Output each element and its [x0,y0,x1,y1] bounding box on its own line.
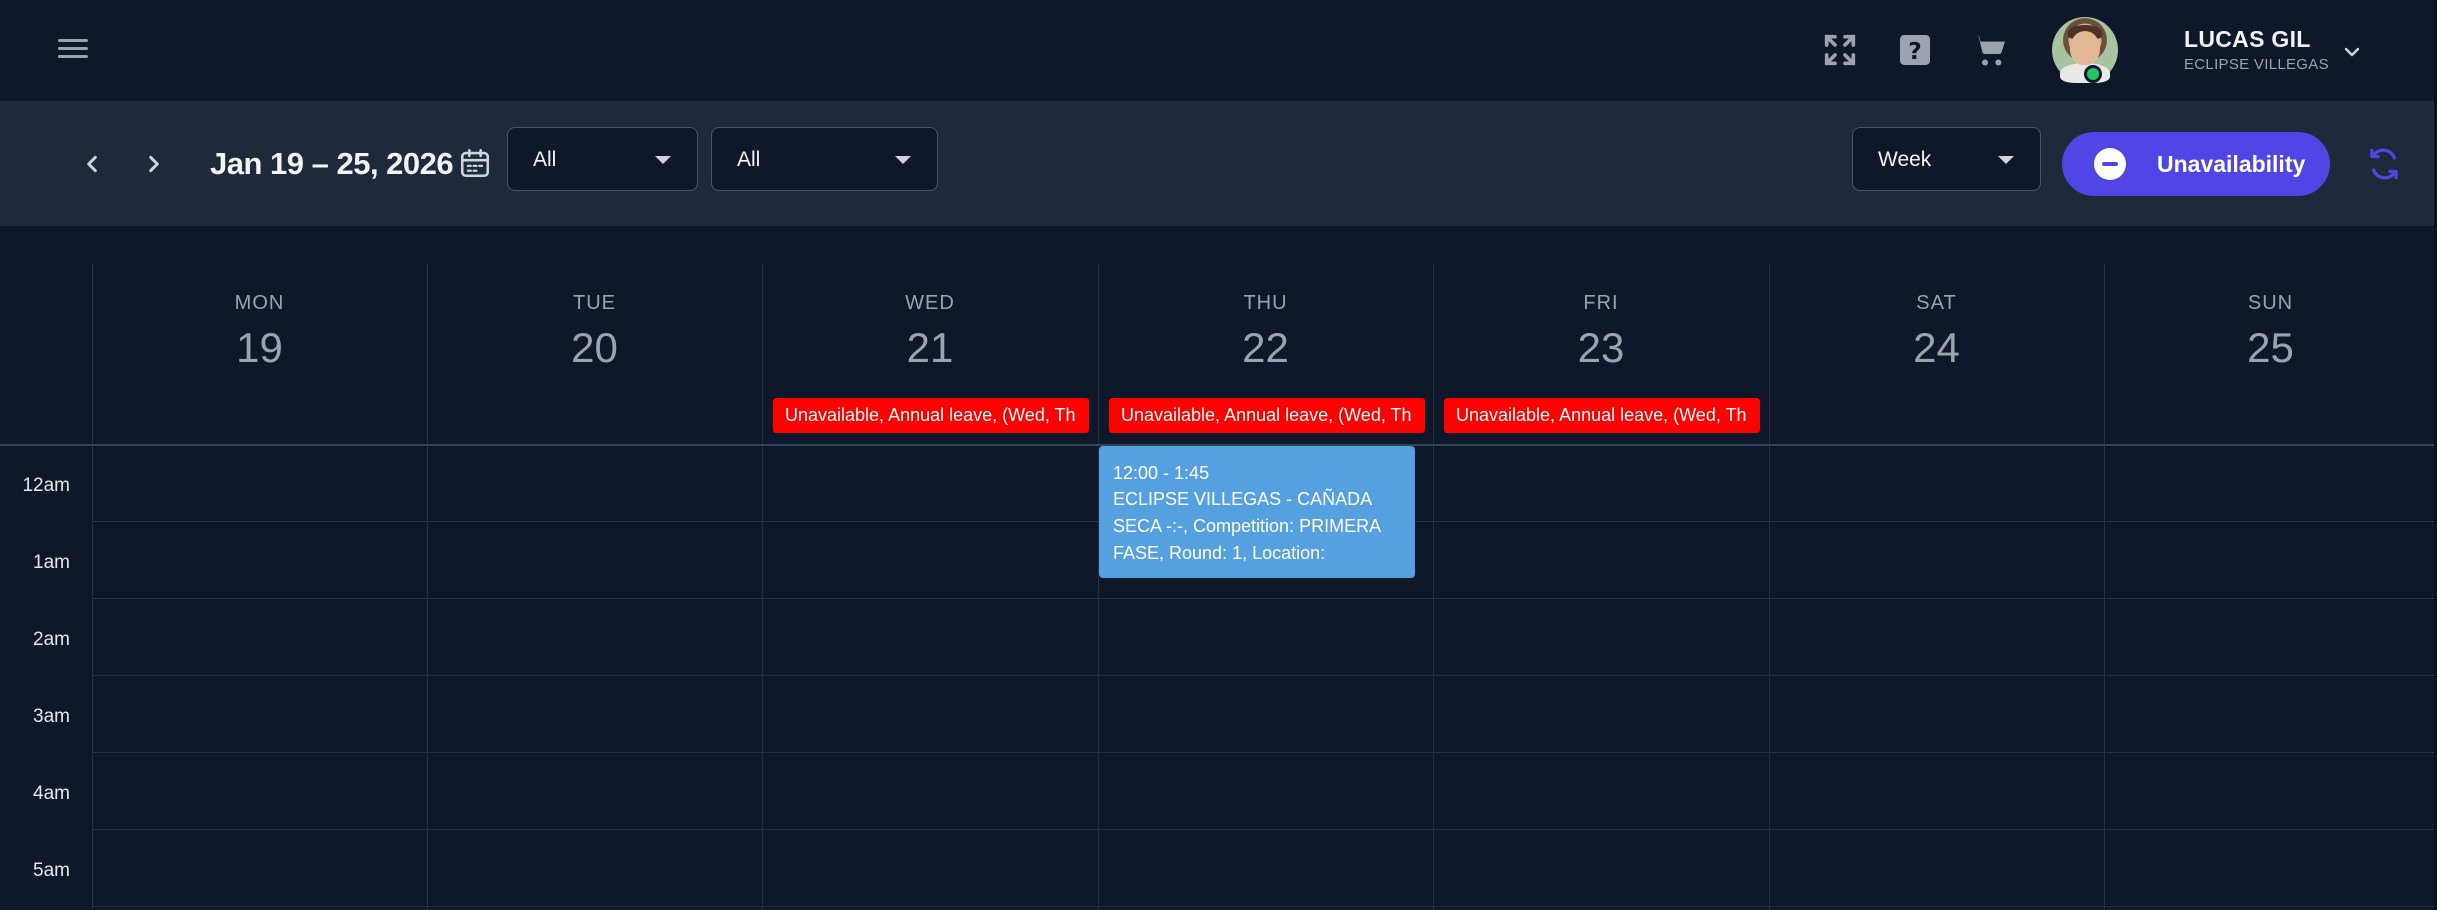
day-number: 24 [1913,324,1960,371]
cart-icon[interactable] [1970,30,2010,70]
all-day-event-fri[interactable]: Unavailable, Annual leave, (Wed, Th [1444,398,1760,433]
filter-select-2-value: All [737,148,761,171]
menu-icon[interactable] [56,34,90,68]
day-name: THU [1243,292,1288,314]
day-name: TUE [573,292,616,314]
event-time: 12:00 - 1:45 [1113,463,1210,483]
calendar-icon[interactable] [458,146,492,180]
prev-week-button[interactable] [76,148,108,180]
caret-down-icon [1998,156,2014,164]
all-day-event-label: Unavailable, Annual leave, (Wed, Th [785,405,1076,425]
minus-circle-icon [2094,148,2126,180]
calendar-toolbar: Jan 19 – 25, 2026 All All Week Unavailab… [0,102,2437,226]
chevron-down-icon[interactable] [2340,40,2364,64]
filter-select-1[interactable]: All [507,127,698,191]
time-label: 12am [22,475,70,496]
view-select[interactable]: Week [1852,127,2041,191]
all-day-event-label: Unavailable, Annual leave, (Wed, Th [1121,405,1412,425]
time-label: 2am [33,629,70,650]
day-name: MON [234,292,285,314]
all-day-event-wed[interactable]: Unavailable, Annual leave, (Wed, Th [773,398,1089,433]
refresh-icon[interactable] [2366,146,2402,182]
day-header-sat[interactable]: SAT 24 [1769,264,2104,444]
time-label: 4am [33,783,70,804]
fullscreen-icon[interactable] [1820,30,1860,70]
unavailability-button[interactable]: Unavailability [2062,132,2330,196]
day-header-sun[interactable]: SUN 25 [2104,264,2437,444]
all-day-event-label: Unavailable, Annual leave, (Wed, Th [1456,405,1747,425]
user-organization: ECLIPSE VILLEGAS [2184,56,2329,73]
calendar-event[interactable]: 12:00 - 1:45 ECLIPSE VILLEGAS - CAÑADA S… [1099,446,1415,578]
day-number: 22 [1242,324,1289,371]
day-number: 20 [571,324,618,371]
online-status-indicator [2084,65,2102,83]
event-description: ECLIPSE VILLEGAS - CAÑADA SECA -:-, Comp… [1113,489,1381,563]
filter-select-1-value: All [533,148,557,171]
filter-select-2[interactable]: All [711,127,938,191]
day-name: SUN [2247,292,2294,314]
next-week-button[interactable] [138,148,170,180]
day-name: FRI [1583,292,1619,314]
top-bar: ? LUCAS GIL ECLIPSE VILLEGAS [0,0,2437,102]
day-number: 25 [2247,324,2294,371]
view-select-value: Week [1878,148,1932,171]
date-range-title: Jan 19 – 25, 2026 [210,146,454,181]
time-label: 3am [33,706,70,727]
all-day-event-thu[interactable]: Unavailable, Annual leave, (Wed, Th [1109,398,1425,433]
day-header-tue[interactable]: TUE 20 [427,264,762,444]
caret-down-icon [655,156,671,164]
caret-down-icon [895,156,911,164]
day-header-mon[interactable]: MON 19 [92,264,427,444]
time-label: 5am [33,860,70,881]
day-number: 23 [1577,324,1625,371]
day-number: 21 [906,324,954,371]
unavailability-button-label: Unavailability [2157,151,2306,177]
help-icon[interactable]: ? [1895,30,1935,70]
week-calendar: MON 19 TUE 20 WED 21 THU 22 FRI 23 SAT 2… [0,226,2437,910]
day-name: SAT [1916,292,1957,314]
time-label: 1am [33,552,70,573]
day-number: 19 [236,324,283,371]
day-name: WED [905,292,955,314]
user-name: LUCAS GIL [2184,26,2311,52]
svg-text:?: ? [1908,37,1922,65]
